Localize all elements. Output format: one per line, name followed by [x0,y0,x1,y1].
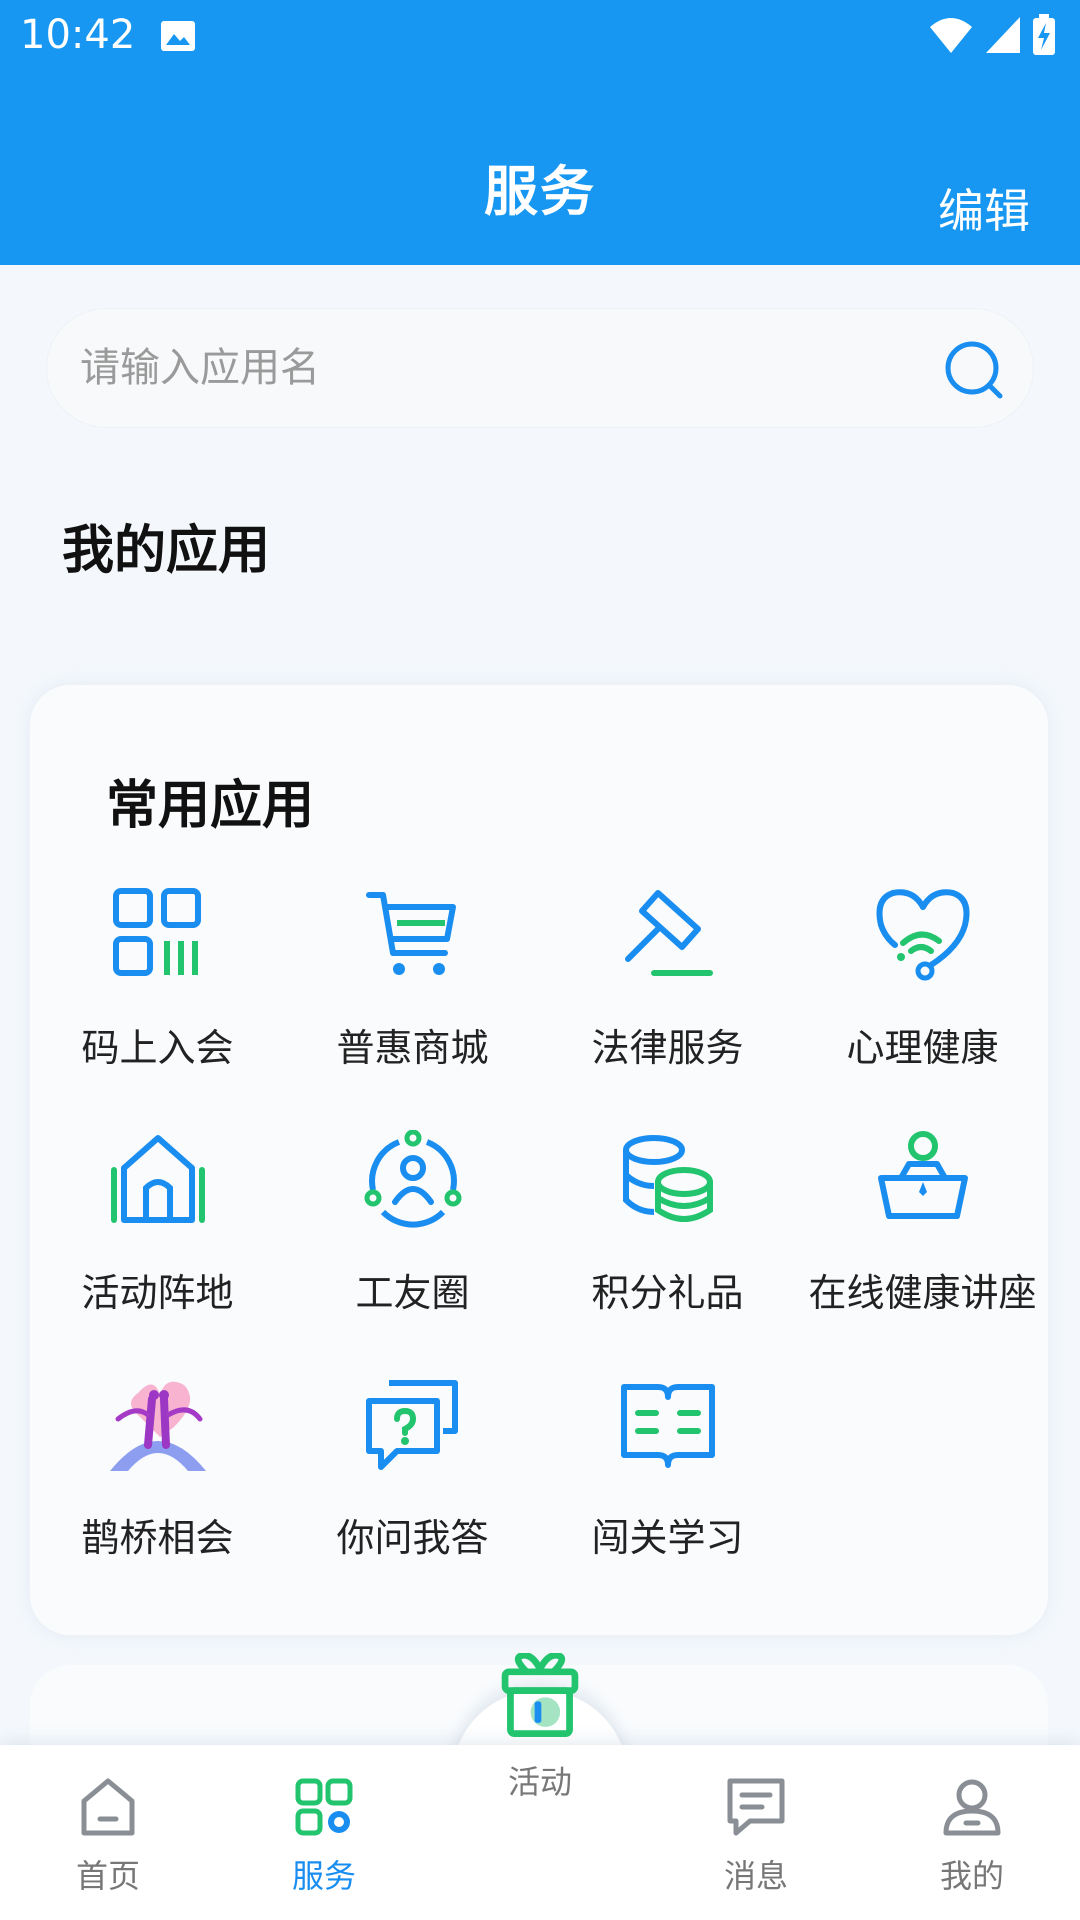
app-item-matchmaking[interactable]: 鹊桥相会 [30,1375,285,1605]
search-icon[interactable] [942,338,1006,402]
house-icon [110,1135,205,1223]
bottom-tab-bar: 首页 服务 活动 消息 我的 [0,1653,1080,1920]
app-label: 工友圈 [355,1271,470,1315]
app-label: 在线健康讲座 [808,1271,1037,1315]
shopping-cart-icon [365,892,456,975]
tab-services[interactable]: 服务 [216,1775,432,1897]
app-label: 活动阵地 [81,1271,234,1315]
common-apps-title: 常用应用 [106,776,315,836]
search-input[interactable] [78,332,902,404]
search-bar[interactable] [46,308,1034,428]
my-apps-title: 我的应用 [62,521,271,581]
app-label: 心理健康 [846,1026,999,1070]
app-label: 你问我答 [336,1516,489,1560]
home-icon [81,1778,135,1836]
coins-stack-icon [622,1135,713,1222]
qr-code-icon [112,888,201,976]
open-book-icon [620,1384,715,1468]
common-apps-card: 常用应用 码上入会 普惠商城 法律服务 心理健康 活动阵地 工友圈 积分礼品 在… [30,685,1048,1635]
app-item-join-union[interactable]: 码上入会 [30,885,285,1115]
tab-label: 服务 [291,1857,356,1895]
app-item-activity-venue[interactable]: 活动阵地 [30,1130,285,1360]
bridge-couple-icon [109,1381,206,1471]
tab-label: 我的 [939,1857,1004,1895]
lecture-icon [877,1131,968,1219]
app-item-level-study[interactable]: 闯关学习 [540,1375,795,1605]
page-title: 服务 [484,160,596,223]
status-time: 10:42 [20,12,136,58]
app-label: 法律服务 [591,1026,744,1070]
app-item-mental-health[interactable]: 心理健康 [795,885,1050,1115]
message-icon [727,1778,785,1836]
app-label: 鹊桥相会 [81,1516,234,1560]
header: 服务 编辑 [0,75,1080,265]
app-label: 积分礼品 [591,1271,744,1315]
gavel-icon [624,890,713,976]
cell-signal-icon [986,17,1020,53]
app-label: 闯关学习 [591,1516,744,1560]
app-label: 普惠商城 [336,1026,489,1070]
tab-label: 首页 [75,1857,140,1895]
user-icon [943,1779,1001,1836]
app-item-qa[interactable]: 你问我答 [285,1375,540,1605]
app-item-health-lecture[interactable]: 在线健康讲座 [795,1130,1050,1360]
tab-label: 消息 [723,1857,788,1895]
image-notification-icon [161,21,195,51]
tab-label: 活动 [507,1763,572,1801]
gift-icon [501,1653,579,1737]
app-item-mall[interactable]: 普惠商城 [285,885,540,1115]
tab-activities[interactable]: 活动 [432,1653,648,1803]
app-label: 码上入会 [81,1026,234,1070]
battery-charging-icon [1033,14,1055,55]
app-item-legal[interactable]: 法律服务 [540,885,795,1115]
wifi-icon [930,18,972,53]
heart-stethoscope-icon [876,889,969,981]
tab-messages[interactable]: 消息 [648,1775,864,1897]
people-circle-icon [364,1130,461,1228]
tab-home[interactable]: 首页 [0,1775,216,1897]
edit-button[interactable]: 编辑 [938,175,1030,241]
app-item-points-gifts[interactable]: 积分礼品 [540,1130,795,1360]
tab-mine[interactable]: 我的 [864,1775,1080,1897]
services-grid-icon [295,1778,353,1836]
status-bar: 10:42 [0,0,1080,75]
qa-chat-icon [365,1380,458,1470]
app-item-worker-circle[interactable]: 工友圈 [285,1130,540,1360]
